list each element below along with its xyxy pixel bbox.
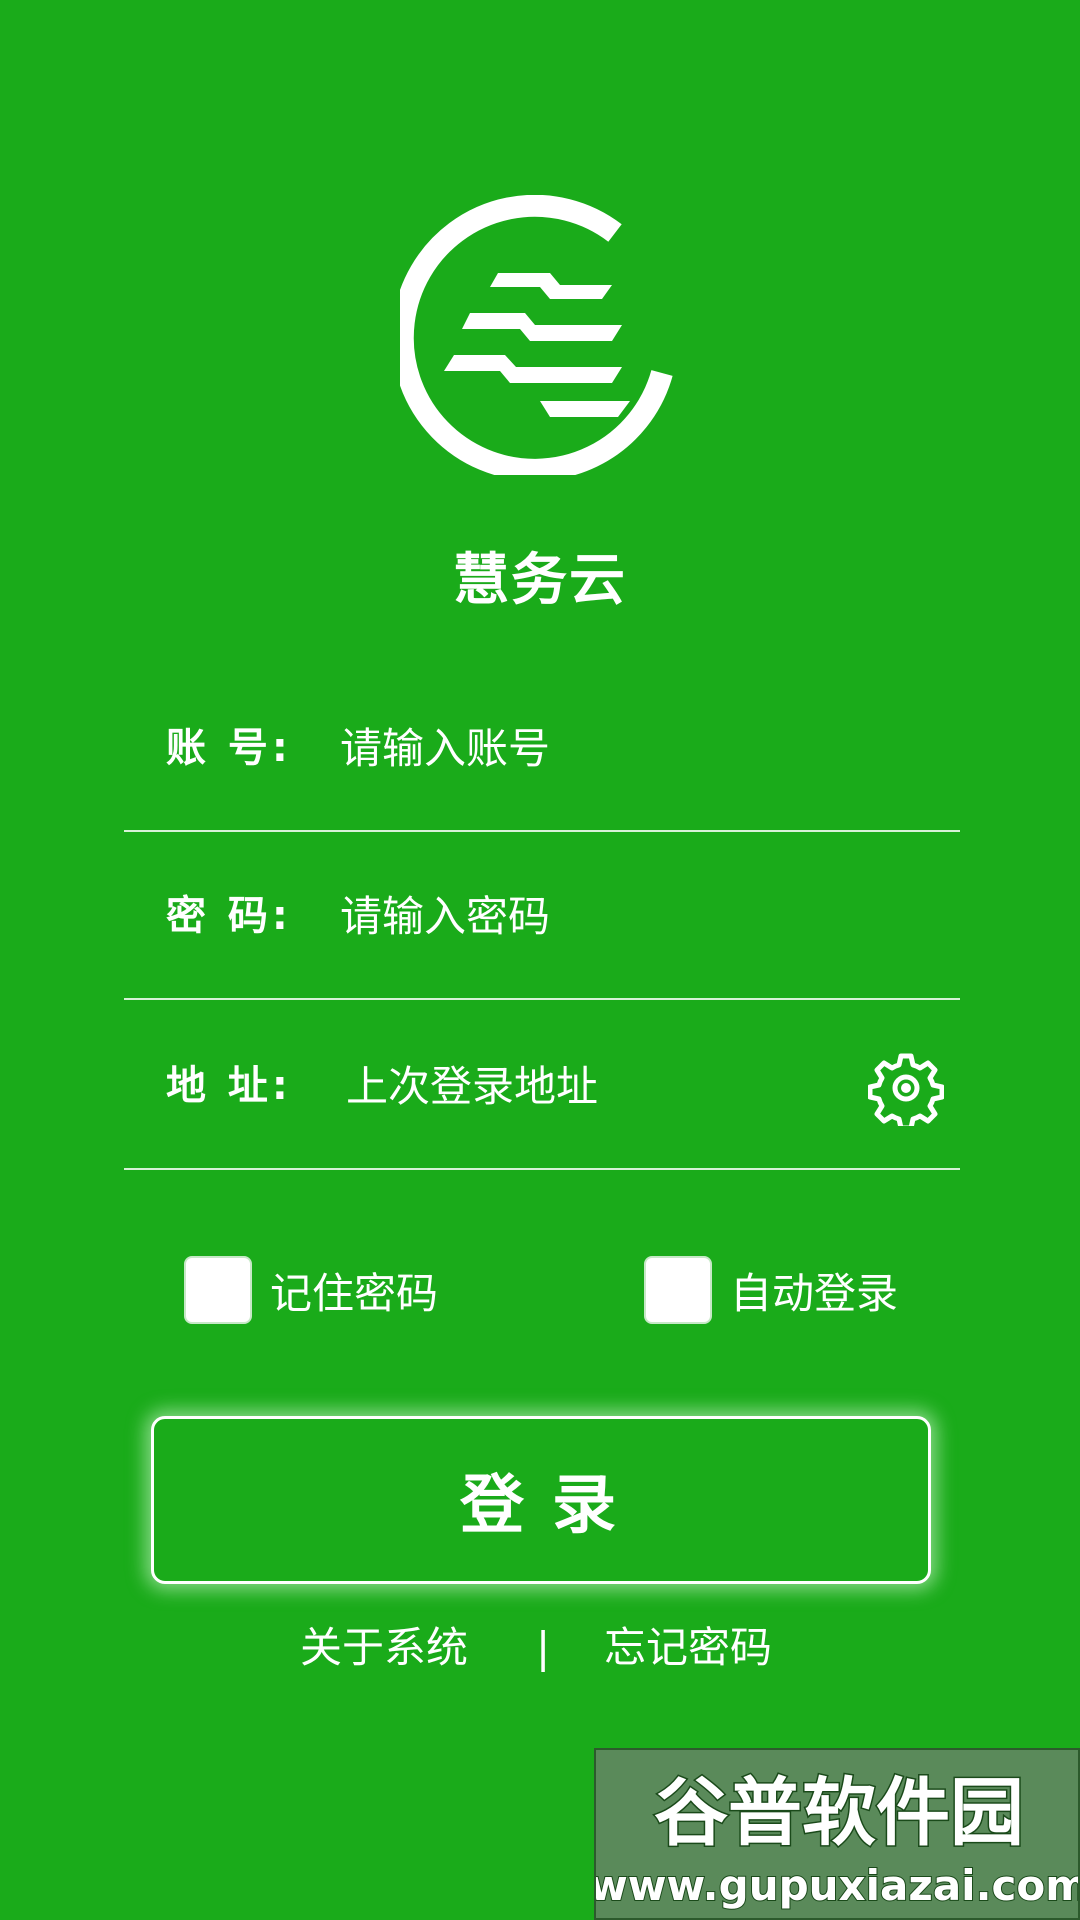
login-screen: 慧务云 账 号: 密 码: 地 址: 记住密码 自动登录 登录 关于系统 |	[0, 0, 1080, 1920]
account-input[interactable]	[340, 708, 760, 788]
forgot-password-link[interactable]: 忘记密码	[604, 1618, 772, 1678]
account-label: 账 号:	[166, 725, 292, 771]
address-underline	[124, 1168, 960, 1170]
account-field: 账 号:	[124, 664, 960, 832]
remember-password-checkbox[interactable]	[184, 1256, 252, 1324]
about-system-link[interactable]: 关于系统	[300, 1618, 468, 1678]
password-input[interactable]	[340, 876, 760, 956]
brand-logo	[400, 195, 673, 475]
address-input[interactable]	[346, 1046, 766, 1126]
svg-text:www.gupuxiazai.com: www.gupuxiazai.com	[596, 1861, 1080, 1910]
footer-links: 关于系统 | 忘记密码	[0, 1618, 1080, 1678]
address-field: 地 址:	[124, 1002, 960, 1170]
watermark-logo: 谷普软件园 www.gupuxiazai.com	[596, 1750, 1080, 1918]
address-label: 地 址:	[166, 1063, 292, 1109]
auto-login-label: 自动登录	[730, 1268, 899, 1318]
password-underline	[124, 998, 960, 1000]
remember-password-label: 记住密码	[270, 1268, 439, 1318]
svg-text:谷普软件园: 谷普软件园	[654, 1770, 1024, 1856]
password-field: 密 码:	[124, 832, 960, 1000]
watermark: 谷普软件园 www.gupuxiazai.com	[594, 1748, 1080, 1920]
app-name: 慧务云	[453, 548, 627, 613]
password-label: 密 码:	[166, 893, 292, 939]
login-button[interactable]: 登录	[151, 1416, 931, 1584]
gear-icon[interactable]	[868, 1050, 944, 1126]
auto-login-option[interactable]: 自动登录	[644, 1254, 898, 1326]
remember-password-option[interactable]: 记住密码	[184, 1254, 438, 1326]
auto-login-checkbox[interactable]	[644, 1256, 712, 1324]
link-separator: |	[536, 1623, 551, 1672]
